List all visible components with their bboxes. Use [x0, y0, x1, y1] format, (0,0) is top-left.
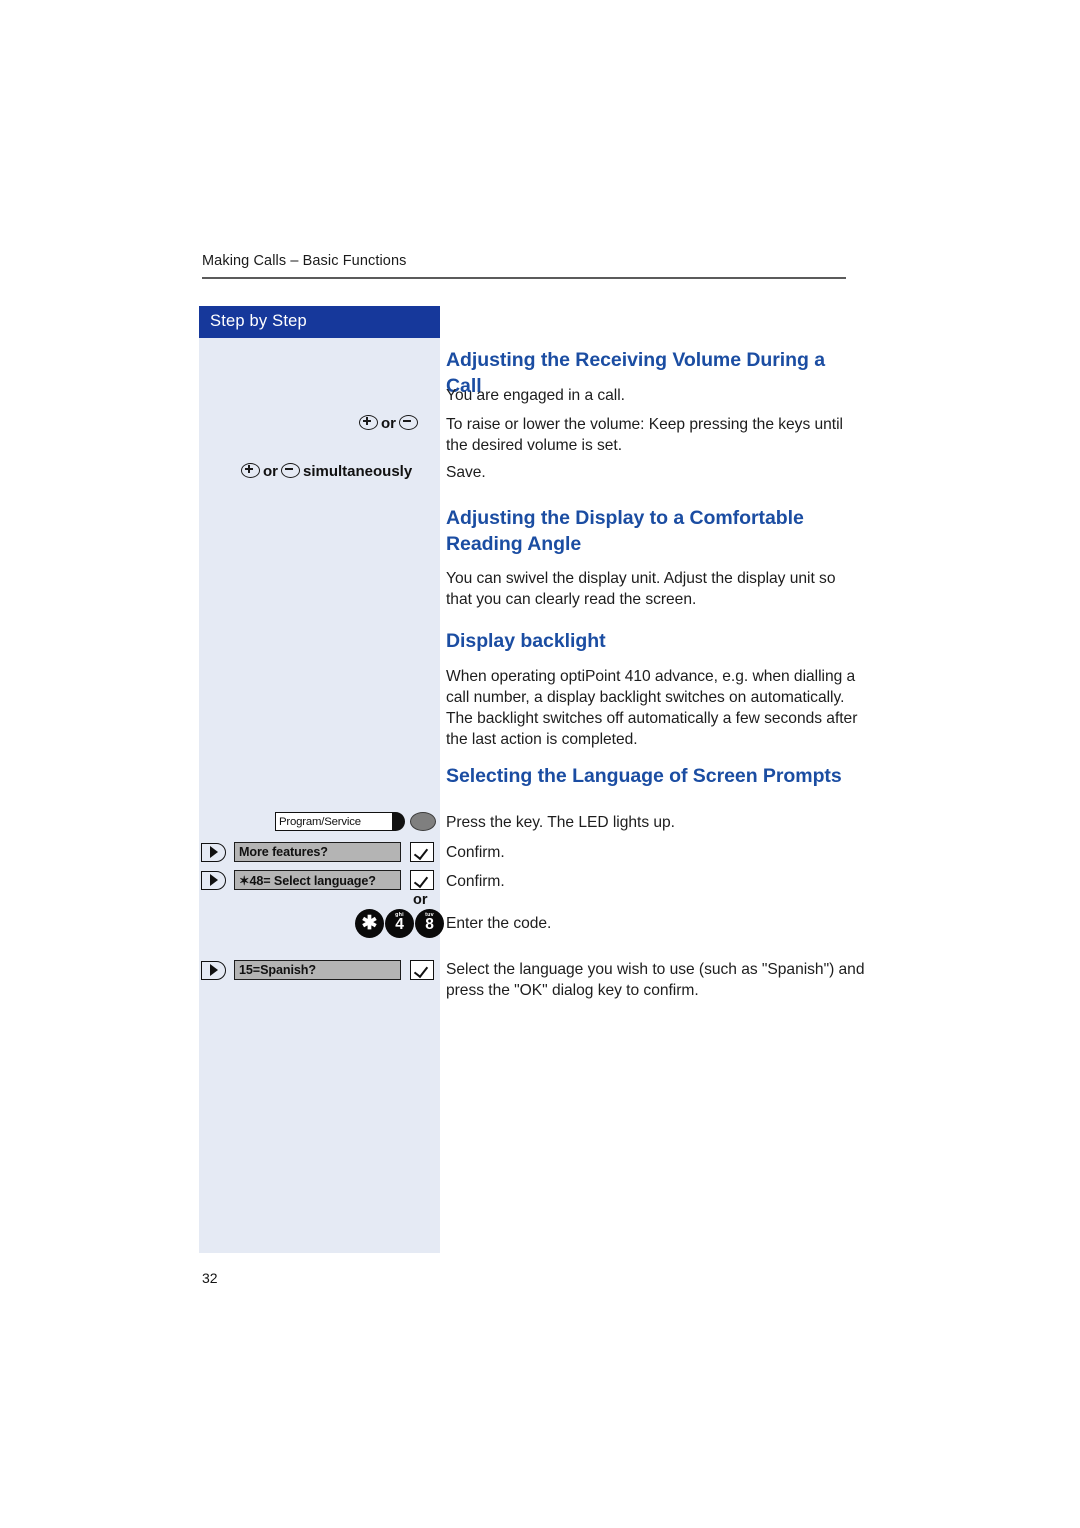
para-confirm-1: Confirm. [446, 844, 505, 861]
minus-circle-icon[interactable] [399, 414, 418, 430]
dialog-arrow-icon[interactable] [201, 842, 226, 862]
dialog-label-spanish: 15=Spanish? [239, 963, 316, 977]
dialog-arrow-icon[interactable] [201, 870, 226, 890]
sidebar-title-bar: Step by Step [199, 306, 440, 338]
page-number: 32 [202, 1270, 218, 1286]
keypad-code-entry[interactable]: ✱ ghi 4 tuv 8 [355, 909, 445, 938]
volume-keys-label-1: or [358, 414, 419, 432]
checkmark-icon[interactable] [410, 842, 434, 862]
para-enter-code: Enter the code. [446, 915, 552, 932]
para-confirm-2: Confirm. [446, 873, 505, 890]
keypad-key-8[interactable]: tuv 8 [415, 909, 444, 938]
section-heading-select-language: Selecting the Language of Screen Prompts [446, 765, 842, 787]
or-separator-label: or [413, 892, 428, 908]
para-engaged-in-call: You are engaged in a call. [446, 387, 625, 404]
dialog-arrow-icon[interactable] [201, 960, 226, 980]
section-heading-display-angle: Adjusting the Display to a Comfortable R… [446, 507, 804, 555]
dialog-row-more-features[interactable]: More features? [201, 842, 434, 862]
keypad-key-star[interactable]: ✱ [355, 909, 384, 938]
dialog-field-select-language: ✶48= Select language? [234, 870, 401, 890]
key-cap-icon [392, 812, 405, 831]
para-raise-lower-volume: To raise or lower the volume: Keep press… [446, 416, 843, 455]
volume-keys-label-2: or simultaneously [240, 462, 414, 480]
dialog-row-spanish[interactable]: 15=Spanish? [201, 960, 434, 980]
keypad-key-star-label: ✱ [361, 913, 378, 934]
plus-circle-icon[interactable] [241, 462, 260, 478]
manual-page: Making Calls – Basic Functions Step by S… [0, 0, 1080, 1528]
para-select-language-instruction: Select the language you wish to use (suc… [446, 961, 865, 1000]
keypad-key-4-label: 4 [395, 916, 404, 933]
keypad-key-4[interactable]: ghi 4 [385, 909, 414, 938]
program-service-key-body[interactable]: Program/Service [275, 812, 393, 831]
dialog-label-select-language: ✶48= Select language? [239, 873, 376, 888]
para-save: Save. [446, 464, 486, 481]
program-service-key-label: Program/Service [279, 815, 361, 828]
dialog-label-more-features: More features? [239, 845, 328, 859]
para-press-key-led: Press the key. The LED lights up. [446, 814, 675, 831]
or-word-2: or [263, 462, 278, 480]
step-by-step-sidebar [199, 306, 440, 1253]
plus-circle-icon[interactable] [359, 414, 378, 430]
sidebar-title-label: Step by Step [210, 312, 307, 330]
header-rule [202, 277, 846, 279]
para-swivel-display: You can swivel the display unit. Adjust … [446, 570, 836, 609]
keypad-key-8-label: 8 [425, 916, 434, 933]
dialog-field-more-features: More features? [234, 842, 401, 862]
dialog-row-select-language[interactable]: ✶48= Select language? [201, 870, 434, 890]
section-heading-display-backlight: Display backlight [446, 630, 606, 652]
running-header: Making Calls – Basic Functions [202, 253, 407, 269]
or-word-1: or [381, 414, 396, 432]
minus-circle-icon[interactable] [281, 462, 300, 478]
simultaneously-label: simultaneously [303, 462, 413, 480]
program-service-key[interactable]: Program/Service [275, 812, 436, 831]
dialog-field-spanish: 15=Spanish? [234, 960, 401, 980]
para-backlight-description: When operating optiPoint 410 advance, e.… [446, 668, 858, 749]
checkmark-icon[interactable] [410, 870, 434, 890]
checkmark-icon[interactable] [410, 960, 434, 980]
key-led-indicator-icon [410, 812, 436, 831]
